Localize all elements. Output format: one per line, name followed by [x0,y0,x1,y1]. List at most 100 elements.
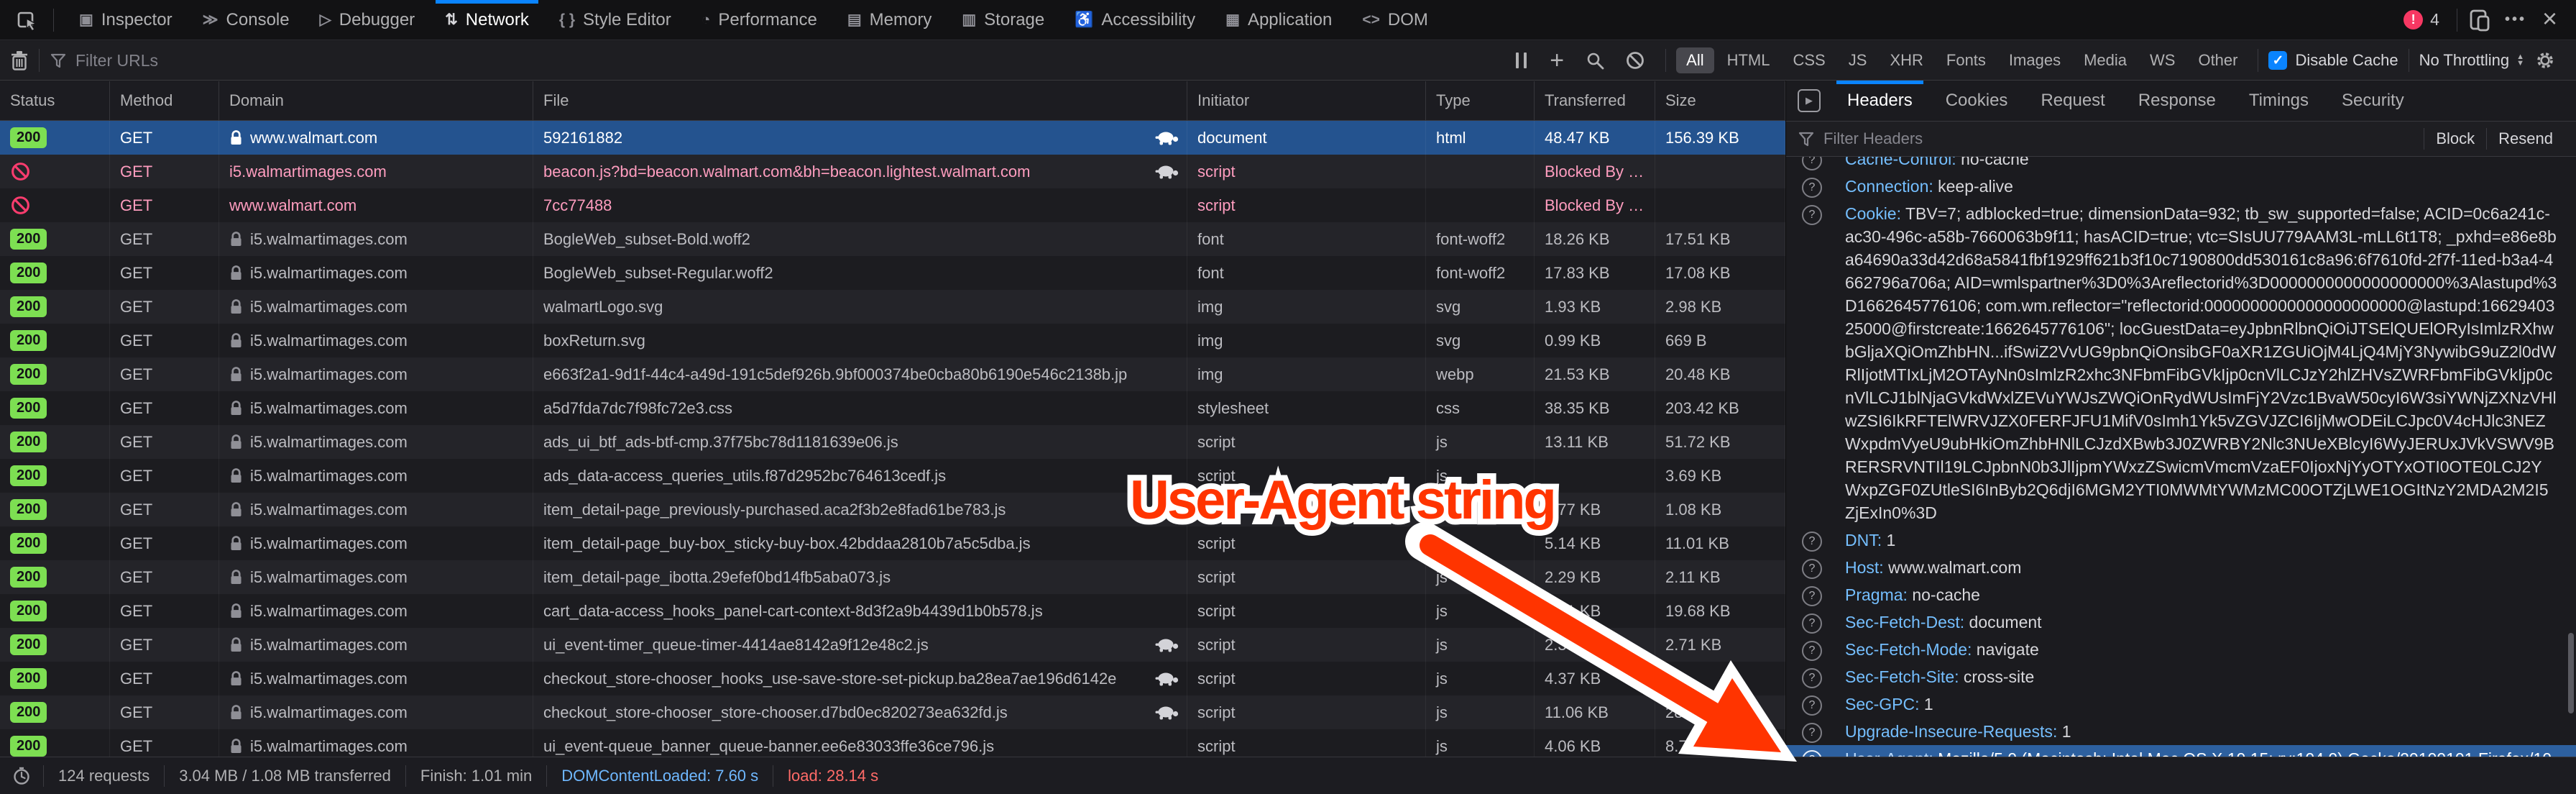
help-icon[interactable]: ? [1802,723,1822,743]
table-cell: 38.35 KB [1535,391,1655,425]
type-filter-js[interactable]: JS [1839,47,1877,73]
request-header-row[interactable]: ? Pragmano-cache [1786,581,2576,608]
table-row[interactable]: 200 GET www.walmart.com 592161882 document ht… [0,121,1785,155]
details-tab-response[interactable]: Response [2122,81,2232,121]
request-header-row[interactable]: ? CookieTBV=7; adblocked=true; dimensionD… [1786,200,2576,526]
help-icon[interactable]: ? [1802,178,1822,198]
request-header-row[interactable]: ? Connectionkeep-alive [1786,173,2576,200]
table-row[interactable]: 200 GET i5.walmartimages.com BogleWeb_subse… [0,222,1785,256]
table-row[interactable]: 200 GET i5.walmartimages.com checkout_store… [0,695,1785,729]
pick-element-icon[interactable] [16,9,39,32]
type-filter-all[interactable]: All [1676,47,1714,73]
type-filter-html[interactable]: HTML [1717,47,1780,73]
help-icon[interactable]: ? [1802,586,1822,606]
type-filter-images[interactable]: Images [1999,47,2071,73]
column-header-transferred[interactable]: Transferred [1535,81,1655,120]
request-header-row[interactable]: ? Hostwww.walmart.com [1786,554,2576,581]
request-header-row[interactable]: ? Sec-Fetch-Sitecross-site [1786,663,2576,690]
table-row[interactable]: 200 GET i5.walmartimages.com a5d7fda7dc7f98… [0,391,1785,425]
help-icon[interactable]: ? [1802,559,1822,579]
help-icon[interactable]: ? [1802,157,1822,170]
responsive-design-icon[interactable] [2467,8,2492,32]
performance-analysis-icon[interactable] [0,766,43,786]
help-icon[interactable]: ? [1802,613,1822,634]
help-icon[interactable]: ? [1802,531,1822,552]
block-request-icon[interactable] [1625,50,1645,70]
funnel-icon [50,52,67,69]
table-row[interactable]: 200 GET i5.walmartimages.com ads_data-acces… [0,459,1785,493]
table-row[interactable]: 200 GET i5.walmartimages.com e663f2a1-9d1f-… [0,357,1785,391]
https-lock-icon [229,501,243,518]
disable-cache-checkbox[interactable]: ✓ Disable Cache [2268,51,2398,70]
new-request-icon[interactable]: + [1550,48,1564,73]
filter-urls-input[interactable]: Filter URLs [50,51,1504,70]
request-header-row[interactable]: ? Sec-GPC1 [1786,690,2576,718]
table-row[interactable]: 200 GET i5.walmartimages.com item_detail-pa… [0,493,1785,526]
type-filter-other[interactable]: Other [2188,47,2248,73]
table-row[interactable]: 200 GET i5.walmartimages.com boxReturn.svg i… [0,324,1785,357]
pause-traffic-icon[interactable] [1516,53,1527,68]
tab-application[interactable]: ▦ Application [1210,0,1347,40]
table-row[interactable]: GET i5.walmartimages.com beacon.js?bd=beac… [0,155,1785,188]
tab-accessibility[interactable]: ♿ Accessibility [1059,0,1210,40]
column-header-file[interactable]: File [533,81,1187,120]
clear-requests-icon[interactable] [10,50,29,71]
tab-console[interactable]: ≫ Console [188,0,305,40]
details-tab-headers[interactable]: Headers [1831,81,1929,121]
scrollbar-thumb[interactable] [2568,633,2574,713]
resend-button[interactable]: Resend [2486,128,2564,150]
table-row[interactable]: 200 GET i5.walmartimages.com item_detail-pa… [0,560,1785,594]
column-header-domain[interactable]: Domain [219,81,533,120]
details-tab-request[interactable]: Request [2024,81,2121,121]
table-row[interactable]: 200 GET i5.walmartimages.com BogleWeb_subse… [0,256,1785,290]
tab-memory[interactable]: ▤ Memory [832,0,947,40]
error-count-badge[interactable]: ! 4 [2404,10,2439,29]
table-row[interactable]: 200 GET i5.walmartimages.com ui_event-queue… [0,729,1785,757]
type-filter-media[interactable]: Media [2074,47,2137,73]
meatball-menu-icon[interactable]: ••• [2505,12,2526,28]
column-header-method[interactable]: Method [110,81,219,120]
throttling-select[interactable]: No Throttling ▲ ▼ [2419,51,2524,70]
details-tab-cookies[interactable]: Cookies [1929,81,2025,121]
tab-style-editor[interactable]: { } Style Editor [544,0,686,40]
tab-storage[interactable]: ▥ Storage [947,0,1059,40]
type-filter-ws[interactable]: WS [2140,47,2185,73]
close-icon[interactable]: × [2542,5,2557,32]
initiator-label: script [1197,601,1236,620]
help-icon[interactable]: ? [1802,641,1822,661]
tab-inspector[interactable]: ▣ Inspector [64,0,188,40]
column-header-type[interactable]: Type [1426,81,1535,120]
tab-performance[interactable]: ◔ Performance [686,0,832,40]
request-header-row[interactable]: ? Upgrade-Insecure-Requests1 [1786,718,2576,745]
type-filter-xhr[interactable]: XHR [1880,47,1933,73]
table-row[interactable]: 200 GET i5.walmartimages.com ui_event-timer… [0,628,1785,662]
tab-network[interactable]: ⇅ Network [430,0,544,40]
column-header-size[interactable]: Size [1655,81,1785,120]
details-tab-security[interactable]: Security [2325,81,2421,121]
table-row[interactable]: 200 GET i5.walmartimages.com walmartLogo.sv… [0,290,1785,324]
table-row[interactable]: 200 GET i5.walmartimages.com checkout_store… [0,662,1785,695]
type-filter-fonts[interactable]: Fonts [1936,47,1996,73]
table-row[interactable]: 200 GET i5.walmartimages.com ads_ui_btf_ads… [0,425,1785,459]
details-tab-timings[interactable]: Timings [2232,81,2325,121]
request-header-row[interactable]: ? Cache-Controlno-cache [1786,157,2576,173]
help-icon[interactable]: ? [1802,695,1822,716]
request-header-row[interactable]: ? DNT1 [1786,526,2576,554]
request-header-row[interactable]: ? Sec-Fetch-Modenavigate [1786,636,2576,663]
help-icon[interactable]: ? [1802,668,1822,688]
type-filter-css[interactable]: CSS [1783,47,1836,73]
request-header-row[interactable]: ? Sec-Fetch-Destdocument [1786,608,2576,636]
search-icon[interactable] [1586,51,1605,70]
tab-debugger[interactable]: ▷ Debugger [305,0,431,40]
collapse-panel-icon[interactable]: ▶ [1798,89,1821,112]
table-cell: 2.39 KB [1535,628,1655,662]
block-button[interactable]: Block [2424,128,2486,150]
table-row[interactable]: GET www.walmart.com 7cc77488 script Blocked … [0,188,1785,222]
tab-dom[interactable]: <> DOM [1347,0,1443,40]
column-header-status[interactable]: Status [0,81,110,120]
network-settings-gear-icon[interactable] [2534,50,2556,71]
column-header-initiator[interactable]: Initiator [1187,81,1426,120]
table-row[interactable]: 200 GET i5.walmartimages.com cart_data-acce… [0,594,1785,628]
help-icon[interactable]: ? [1802,205,1822,225]
table-row[interactable]: 200 GET i5.walmartimages.com item_detail-pa… [0,526,1785,560]
